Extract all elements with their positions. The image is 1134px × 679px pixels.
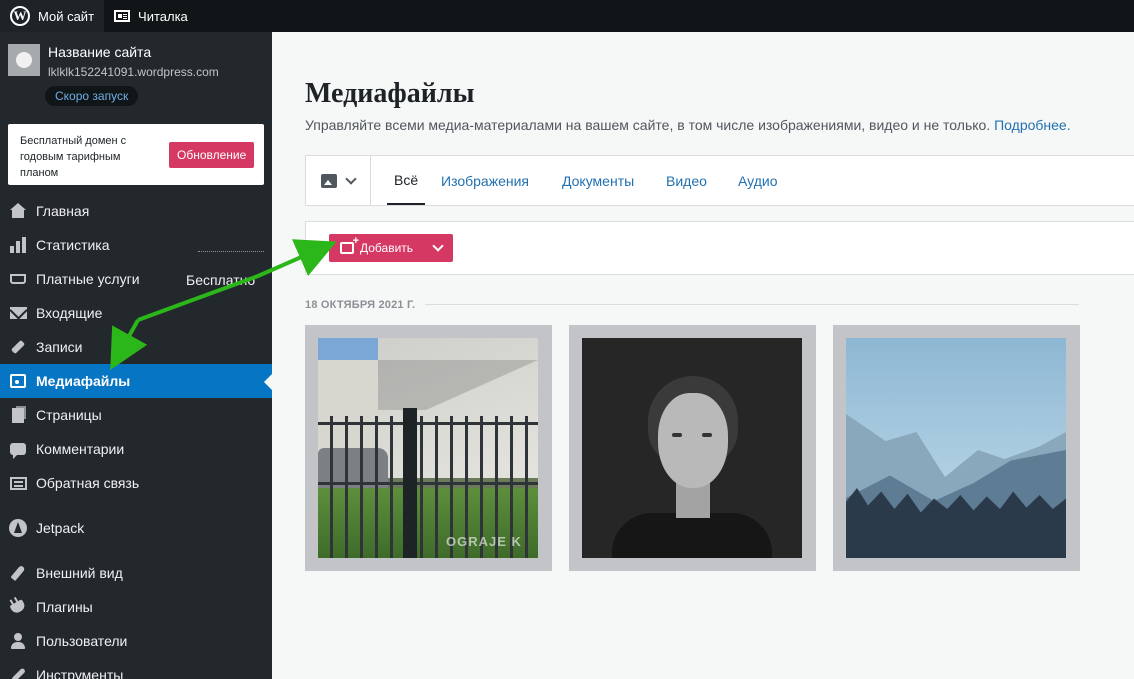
media-item[interactable] <box>833 325 1080 571</box>
inbox-icon <box>9 304 27 322</box>
reader-button[interactable]: Читалка <box>104 0 198 32</box>
media-filter-tabs: Всё Изображения Документы Видео Аудио <box>305 155 1134 206</box>
page-subtitle: Управляйте всеми медиа-материалами на ва… <box>305 117 1071 133</box>
globe-icon <box>16 52 32 68</box>
sidebar-item-inbox[interactable]: Входящие <box>0 296 272 330</box>
reader-label: Читалка <box>138 8 188 24</box>
sidebar-item-label: Входящие <box>36 305 103 321</box>
sidebar-item-label: Jetpack <box>36 520 85 536</box>
cart-icon <box>9 270 27 288</box>
page-title: Медиафайлы <box>305 78 475 109</box>
jetpack-icon <box>9 519 27 537</box>
sidebar-item-label: Медиафайлы <box>36 373 131 389</box>
sidebar-divider <box>198 251 264 252</box>
date-divider <box>425 304 1079 305</box>
tab-video[interactable]: Видео <box>666 156 707 205</box>
sidebar-item-users[interactable]: Пользователи <box>0 624 272 658</box>
sidebar-item-badge: Бесплатно <box>186 272 256 288</box>
sidebar-item-label: Внешний вид <box>36 565 123 581</box>
main-content: Медиафайлы Управляйте всеми медиа-матери… <box>272 32 1134 679</box>
admin-bar: W Мой сайт Читалка <box>0 0 1134 32</box>
add-image-icon <box>340 235 359 254</box>
sidebar-item-pages[interactable]: Страницы <box>0 398 272 432</box>
media-icon <box>9 372 27 390</box>
appearance-icon <box>9 564 27 582</box>
sidebar-item-media[interactable]: Медиафайлы <box>0 364 272 398</box>
feedback-icon <box>9 474 27 492</box>
users-icon <box>9 632 27 650</box>
add-media-label: Добавить <box>360 241 414 255</box>
sidebar-item-label: Инструменты <box>36 667 124 679</box>
tab-all[interactable]: Всё <box>387 156 426 205</box>
upgrade-button[interactable]: Обновление <box>169 142 255 168</box>
media-item[interactable] <box>569 325 816 571</box>
sidebar-item-comments[interactable]: Комментарии <box>0 432 272 466</box>
sidebar: Название сайта lklklk152241091.wordpress… <box>0 32 272 679</box>
sidebar-item-label: Пользователи <box>36 633 128 649</box>
sidebar-item-stats[interactable]: Статистика <box>0 228 272 262</box>
tab-audio[interactable]: Аудио <box>738 156 778 205</box>
chevron-down-icon <box>345 172 357 185</box>
sidebar-item-label: Плагины <box>36 599 93 615</box>
comments-icon <box>9 440 27 459</box>
quick-start-badge[interactable]: Скоро запуск <box>45 86 139 106</box>
wordpress-icon: W <box>10 6 30 26</box>
my-site-label: Мой сайт <box>38 8 95 24</box>
source-filter-dropdown[interactable] <box>306 156 371 205</box>
upsell-text: Бесплатный домен с годовым тарифным план… <box>20 135 127 179</box>
sidebar-item-feedback[interactable]: Обратная связь <box>0 466 272 500</box>
reader-icon <box>114 10 131 22</box>
site-title: Название сайта <box>48 44 152 60</box>
site-icon <box>8 44 40 76</box>
sidebar-item-label: Главная <box>36 203 90 219</box>
stats-icon <box>9 236 27 254</box>
upsell-card: Бесплатный домен с годовым тарифным план… <box>8 124 264 185</box>
media-thumbnail-fence: OGRAJE K <box>318 338 538 558</box>
learn-more-link[interactable]: Подробнее. <box>994 117 1071 133</box>
pages-icon <box>9 406 27 424</box>
sidebar-item-label: Статистика <box>36 237 110 253</box>
sidebar-item-label: Платные услуги <box>36 271 140 287</box>
watermark-text: OGRAJE K <box>446 534 522 549</box>
sidebar-item-plugins[interactable]: Плагины <box>0 590 272 624</box>
sidebar-item-appearance[interactable]: Внешний вид <box>0 556 272 590</box>
tab-images[interactable]: Изображения <box>441 156 529 205</box>
sidebar-item-label: Комментарии <box>36 441 125 457</box>
date-group-label: 18 ОКТЯБРЯ 2021 Г. <box>305 299 416 311</box>
media-toolbar: Добавить <box>305 221 1134 275</box>
tab-documents[interactable]: Документы <box>562 156 634 205</box>
sidebar-item-label: Страницы <box>36 407 102 423</box>
add-options-dropdown[interactable] <box>423 234 453 262</box>
tools-icon <box>9 666 27 679</box>
sidebar-item-label: Обратная связь <box>36 475 140 491</box>
image-icon <box>321 173 337 188</box>
media-thumbnail-portrait <box>582 338 802 558</box>
sidebar-item-jetpack[interactable]: Jetpack <box>0 511 272 545</box>
sidebar-item-posts[interactable]: Записи <box>0 330 272 364</box>
add-media-button[interactable]: Добавить <box>329 234 453 262</box>
site-url: lklklk152241091.wordpress.com <box>48 65 219 79</box>
home-icon <box>9 202 27 220</box>
media-thumbnail-mountains <box>846 338 1066 558</box>
sidebar-item-label: Записи <box>36 339 83 355</box>
media-item[interactable]: OGRAJE K <box>305 325 552 571</box>
page-subtitle-text: Управляйте всеми медиа-материалами на ва… <box>305 117 991 133</box>
chevron-down-icon <box>432 240 444 252</box>
plugins-icon <box>9 598 27 616</box>
sidebar-item-home[interactable]: Главная <box>0 194 272 228</box>
pin-icon <box>9 338 27 356</box>
sidebar-item-tools[interactable]: Инструменты <box>0 658 272 679</box>
my-site-button[interactable]: W Мой сайт <box>0 0 105 32</box>
